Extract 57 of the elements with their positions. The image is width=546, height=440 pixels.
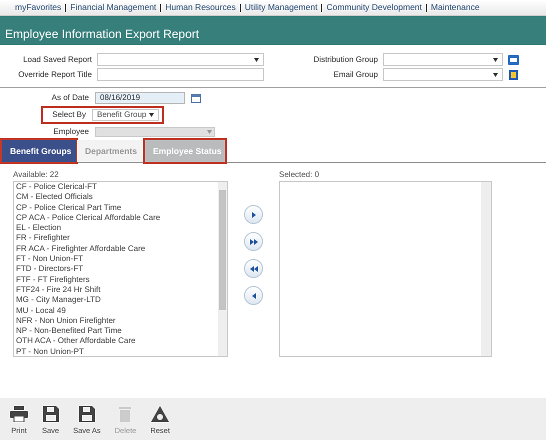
list-item[interactable]: MU - Local 49	[16, 306, 218, 316]
move-all-right-button[interactable]	[244, 232, 263, 251]
list-item[interactable]: FR ACA - Firefighter Affordable Care	[16, 244, 218, 254]
list-item[interactable]: FR - Firefighter	[16, 233, 218, 244]
double-arrow-icon	[250, 266, 258, 272]
triangle-arrow-icon	[252, 292, 256, 298]
list-item[interactable]: MG - City Manager-LTD	[16, 295, 218, 306]
trash-icon	[119, 406, 132, 422]
nav-link[interactable]: Human Resources	[165, 1, 236, 14]
nav-link[interactable]: myFavorites	[15, 1, 62, 14]
dropdown-field[interactable]	[97, 53, 264, 66]
list-item[interactable]: FTF24 - Fire 24 Hr Shift	[16, 284, 218, 296]
warning-icon	[151, 406, 170, 422]
list-item[interactable]: CP ACA - Police Clerical Affordable Care	[16, 212, 218, 224]
caret-icon	[493, 58, 498, 62]
move-right-button[interactable]	[244, 205, 263, 224]
list-item[interactable]: PT - Non Union-PT	[16, 346, 218, 358]
list-heading: Selected: 0	[279, 169, 320, 181]
double-arrow-icon	[250, 238, 258, 244]
nav-link[interactable]: Community Development	[326, 1, 422, 14]
field-label: Employee	[52, 126, 89, 138]
triangle-arrow-icon	[252, 212, 256, 218]
dropdown-field[interactable]	[383, 68, 503, 81]
caret-icon	[254, 58, 259, 62]
move-left-button[interactable]	[244, 286, 263, 305]
field-label: Load Saved Report	[22, 54, 92, 66]
field-label: Email Group	[332, 68, 378, 80]
list-item[interactable]: FT - Non Union-FT	[16, 254, 218, 264]
list-heading: Available: 22	[13, 169, 60, 181]
nav-link[interactable]: Utility Management	[244, 1, 318, 14]
list-item[interactable]: NP - Non-Benefited Part Time	[16, 326, 218, 336]
field-label: As of Date	[50, 92, 89, 104]
input-field[interactable]	[97, 68, 264, 81]
field-label: Distribution Group	[312, 54, 378, 66]
page-title: Employee Information Export Report	[5, 26, 200, 43]
tab[interactable]: Benefit Groups	[2, 140, 76, 162]
list-item[interactable]: CF - Police Clerical-FT	[16, 182, 218, 192]
caret-icon	[149, 113, 154, 117]
list-item[interactable]: CP - Police Clerical Part Time	[16, 202, 218, 213]
field-label: Select By	[51, 109, 86, 121]
move-all-left-button[interactable]	[244, 259, 263, 278]
dropdown-field[interactable]	[383, 53, 503, 66]
date-field[interactable]: 08/16/2019	[95, 92, 185, 104]
list-item[interactable]: OTH ACA - Other Affordable Care	[16, 336, 218, 347]
nav-link[interactable]: Maintenance	[430, 1, 480, 14]
nav-link[interactable]: Financial Management	[70, 1, 156, 14]
printer-icon	[10, 406, 28, 422]
list-item[interactable]: NFR - Non Union Firefighter	[16, 316, 218, 326]
list-item[interactable]: CM - Elected Officials	[16, 192, 218, 203]
caret-icon	[493, 72, 498, 76]
list-item[interactable]: EL - Election	[16, 223, 218, 234]
list-item[interactable]: FTD - Directors-FT	[16, 264, 218, 275]
caret-icon	[207, 130, 212, 134]
field-label: Override Report Title	[17, 68, 92, 80]
list-item[interactable]: FTF - FT Firefighters	[16, 274, 218, 285]
dropdown-field[interactable]: Benefit Group	[92, 109, 160, 121]
calendar-icon[interactable]	[191, 94, 201, 102]
